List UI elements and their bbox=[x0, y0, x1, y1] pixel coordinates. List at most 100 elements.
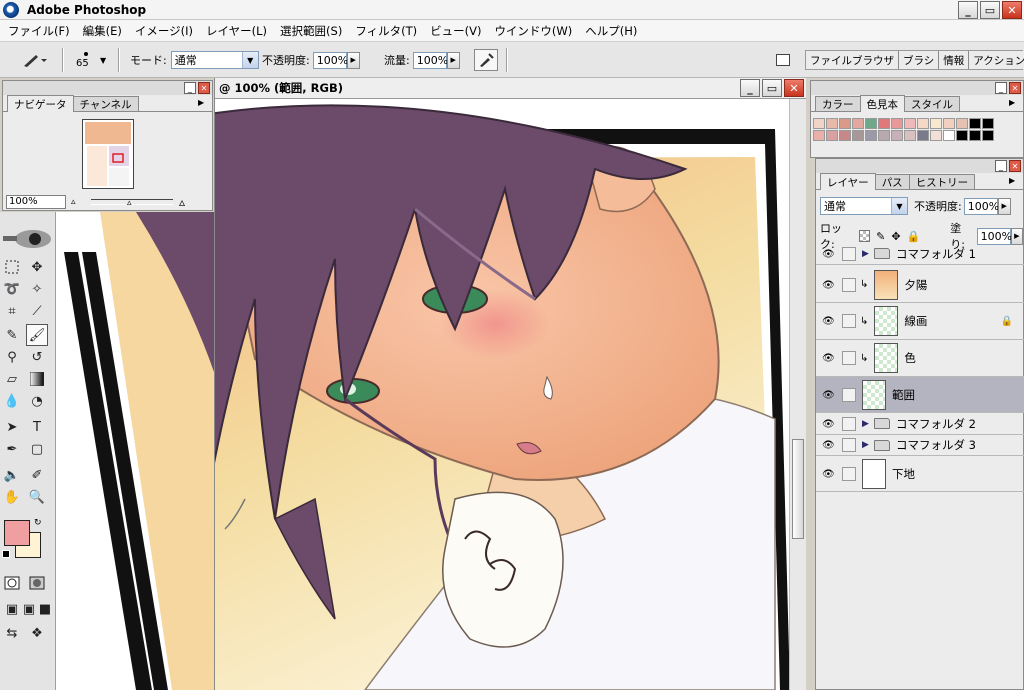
swatch-cell[interactable] bbox=[813, 118, 825, 129]
brush-size-picker[interactable]: 65 bbox=[76, 42, 89, 78]
adobe-online-button[interactable] bbox=[0, 226, 55, 252]
eye-visibility-icon[interactable]: 👁 bbox=[822, 249, 836, 260]
navigator-close-button[interactable]: ✕ bbox=[198, 82, 210, 94]
quick-mask-mode-icon[interactable] bbox=[26, 572, 48, 594]
eye-visibility-icon[interactable]: 👁 bbox=[822, 390, 836, 401]
navigator-minimize-button[interactable]: _ bbox=[184, 82, 196, 94]
layer-set-row[interactable]: 👁 ▶ コマフォルダ 1 bbox=[816, 243, 1024, 265]
document-canvas[interactable] bbox=[215, 99, 790, 690]
menu-edit[interactable]: 編集(E) bbox=[79, 23, 131, 39]
navigator-zoom-input[interactable]: 100% bbox=[6, 195, 66, 209]
layer-row[interactable]: 👁 ↳ 夕陽 bbox=[816, 267, 1024, 303]
palette-tab-brushes[interactable]: ブラシ bbox=[899, 51, 940, 69]
type-tool-icon[interactable]: T bbox=[26, 416, 48, 438]
notes-tool-icon[interactable]: 🔈 bbox=[1, 464, 23, 486]
hand-tool-icon[interactable]: ✋ bbox=[1, 486, 23, 508]
layer-opacity-slider-button[interactable]: ▶ bbox=[997, 197, 1011, 215]
swatch-cell[interactable] bbox=[878, 130, 890, 141]
layer-opacity-input[interactable]: 100% bbox=[963, 197, 999, 215]
layer-row[interactable]: 👁 下地 bbox=[816, 456, 1024, 492]
minimize-button[interactable]: _ bbox=[958, 1, 978, 19]
swatch-cell[interactable] bbox=[813, 130, 825, 141]
swatch-cell[interactable] bbox=[956, 130, 968, 141]
screen-mode-full-icon[interactable]: ■ bbox=[34, 598, 56, 620]
lock-transparent-checkbox[interactable] bbox=[858, 230, 871, 242]
gradient-tool-icon[interactable] bbox=[26, 368, 48, 390]
navigator-zoom-slider[interactable] bbox=[91, 199, 173, 205]
menu-layer[interactable]: レイヤー(L) bbox=[202, 23, 276, 39]
crop-tool-icon[interactable]: ⌗ bbox=[1, 300, 23, 322]
layer-set-row[interactable]: 👁 ▶ コマフォルダ 3 bbox=[816, 435, 1024, 456]
tool-preset-picker[interactable] bbox=[20, 42, 48, 78]
palette-tab-info[interactable]: 情報 bbox=[939, 51, 970, 69]
eye-visibility-icon[interactable]: 👁 bbox=[822, 280, 836, 291]
layer-link-toggle[interactable] bbox=[842, 277, 856, 292]
swatches-minimize-button[interactable]: _ bbox=[995, 82, 1007, 94]
swatch-cell[interactable] bbox=[826, 130, 838, 141]
doc-maximize-button[interactable]: ▭ bbox=[762, 79, 782, 97]
doc-minimize-button[interactable]: _ bbox=[740, 79, 760, 97]
swatch-cell[interactable] bbox=[891, 130, 903, 141]
swatch-cell[interactable] bbox=[969, 118, 981, 129]
menu-window[interactable]: ウインドウ(W) bbox=[490, 23, 581, 39]
panel-menu-arrow-icon[interactable]: ▶ bbox=[1009, 176, 1019, 186]
tab-navigator[interactable]: ナビゲータ bbox=[7, 95, 74, 112]
marquee-tool-icon[interactable] bbox=[1, 256, 23, 278]
foreground-color-swatch[interactable] bbox=[4, 520, 30, 546]
clone-stamp-tool-icon[interactable]: ⚲ bbox=[1, 346, 23, 368]
menu-select[interactable]: 選択範囲(S) bbox=[276, 23, 351, 39]
close-button[interactable]: ✕ bbox=[1002, 1, 1022, 19]
swatches-close-button[interactable]: ✕ bbox=[1009, 82, 1021, 94]
swatch-cell[interactable] bbox=[930, 118, 942, 129]
swatch-cell[interactable] bbox=[826, 118, 838, 129]
layer-link-toggle[interactable] bbox=[842, 351, 856, 365]
layers-close-button[interactable]: ✕ bbox=[1009, 160, 1021, 172]
layer-row[interactable]: 👁 ↳ 色 bbox=[816, 340, 1024, 377]
eye-visibility-icon[interactable]: 👁 bbox=[822, 419, 836, 430]
swatch-cell[interactable] bbox=[865, 130, 877, 141]
tab-history[interactable]: ヒストリー bbox=[908, 174, 976, 189]
layers-minimize-button[interactable]: _ bbox=[995, 160, 1007, 172]
tab-layers[interactable]: レイヤー bbox=[820, 173, 876, 190]
healing-brush-tool-icon[interactable]: ✎ bbox=[1, 324, 23, 346]
blur-tool-icon[interactable]: 💧 bbox=[1, 390, 23, 412]
swatch-cell[interactable] bbox=[865, 118, 877, 129]
menu-image[interactable]: イメージ(I) bbox=[131, 23, 202, 39]
swatch-cell[interactable] bbox=[943, 118, 955, 129]
brush-size-dropdown[interactable]: ▼ bbox=[100, 42, 106, 78]
palette-tab-actions[interactable]: アクション bbox=[969, 51, 1024, 69]
eye-visibility-icon[interactable]: 👁 bbox=[822, 440, 836, 451]
swatch-cell[interactable] bbox=[956, 118, 968, 129]
flow-slider-button[interactable]: ▶ bbox=[446, 51, 460, 69]
maximize-button[interactable]: ▭ bbox=[980, 1, 1000, 19]
shape-tool-icon[interactable]: ▢ bbox=[26, 438, 48, 460]
default-colors-icon[interactable] bbox=[2, 550, 10, 558]
swatch-cell[interactable] bbox=[852, 130, 864, 141]
swatch-cell[interactable] bbox=[878, 118, 890, 129]
opacity-slider-button[interactable]: ▶ bbox=[346, 51, 360, 69]
tab-channels[interactable]: チャンネル bbox=[72, 96, 139, 111]
tab-color[interactable]: カラー bbox=[815, 96, 861, 111]
opacity-input[interactable]: 100% bbox=[312, 51, 348, 69]
layer-link-toggle[interactable] bbox=[842, 314, 856, 328]
expand-arrow-icon[interactable]: ▶ bbox=[862, 419, 870, 429]
swatch-cell[interactable] bbox=[943, 130, 955, 141]
menu-file[interactable]: ファイル(F) bbox=[4, 23, 79, 39]
eye-visibility-icon[interactable]: 👁 bbox=[822, 316, 836, 327]
eye-visibility-icon[interactable]: 👁 bbox=[822, 469, 836, 480]
menu-filter[interactable]: フィルタ(T) bbox=[351, 23, 426, 39]
swatch-cell[interactable] bbox=[982, 130, 994, 141]
fill-slider-button[interactable]: ▶ bbox=[1010, 227, 1023, 245]
dodge-tool-icon[interactable]: ◔ bbox=[26, 390, 48, 412]
eraser-tool-icon[interactable]: ▱ bbox=[1, 368, 23, 390]
jump-to-imageready-icon[interactable]: ⇆ bbox=[1, 622, 23, 644]
palette-options-icon[interactable] bbox=[776, 54, 790, 66]
standard-mode-icon[interactable] bbox=[1, 572, 23, 594]
swatch-cell[interactable] bbox=[917, 130, 929, 141]
eye-visibility-icon[interactable]: 👁 bbox=[822, 353, 836, 364]
history-brush-tool-icon[interactable]: ↺ bbox=[26, 346, 48, 368]
menu-view[interactable]: ビュー(V) bbox=[426, 23, 490, 39]
layer-row[interactable]: 👁 ↳ 線画 🔒 bbox=[816, 303, 1024, 340]
tab-paths[interactable]: パス bbox=[874, 174, 910, 189]
imageready-icon[interactable]: ❖ bbox=[26, 622, 48, 644]
